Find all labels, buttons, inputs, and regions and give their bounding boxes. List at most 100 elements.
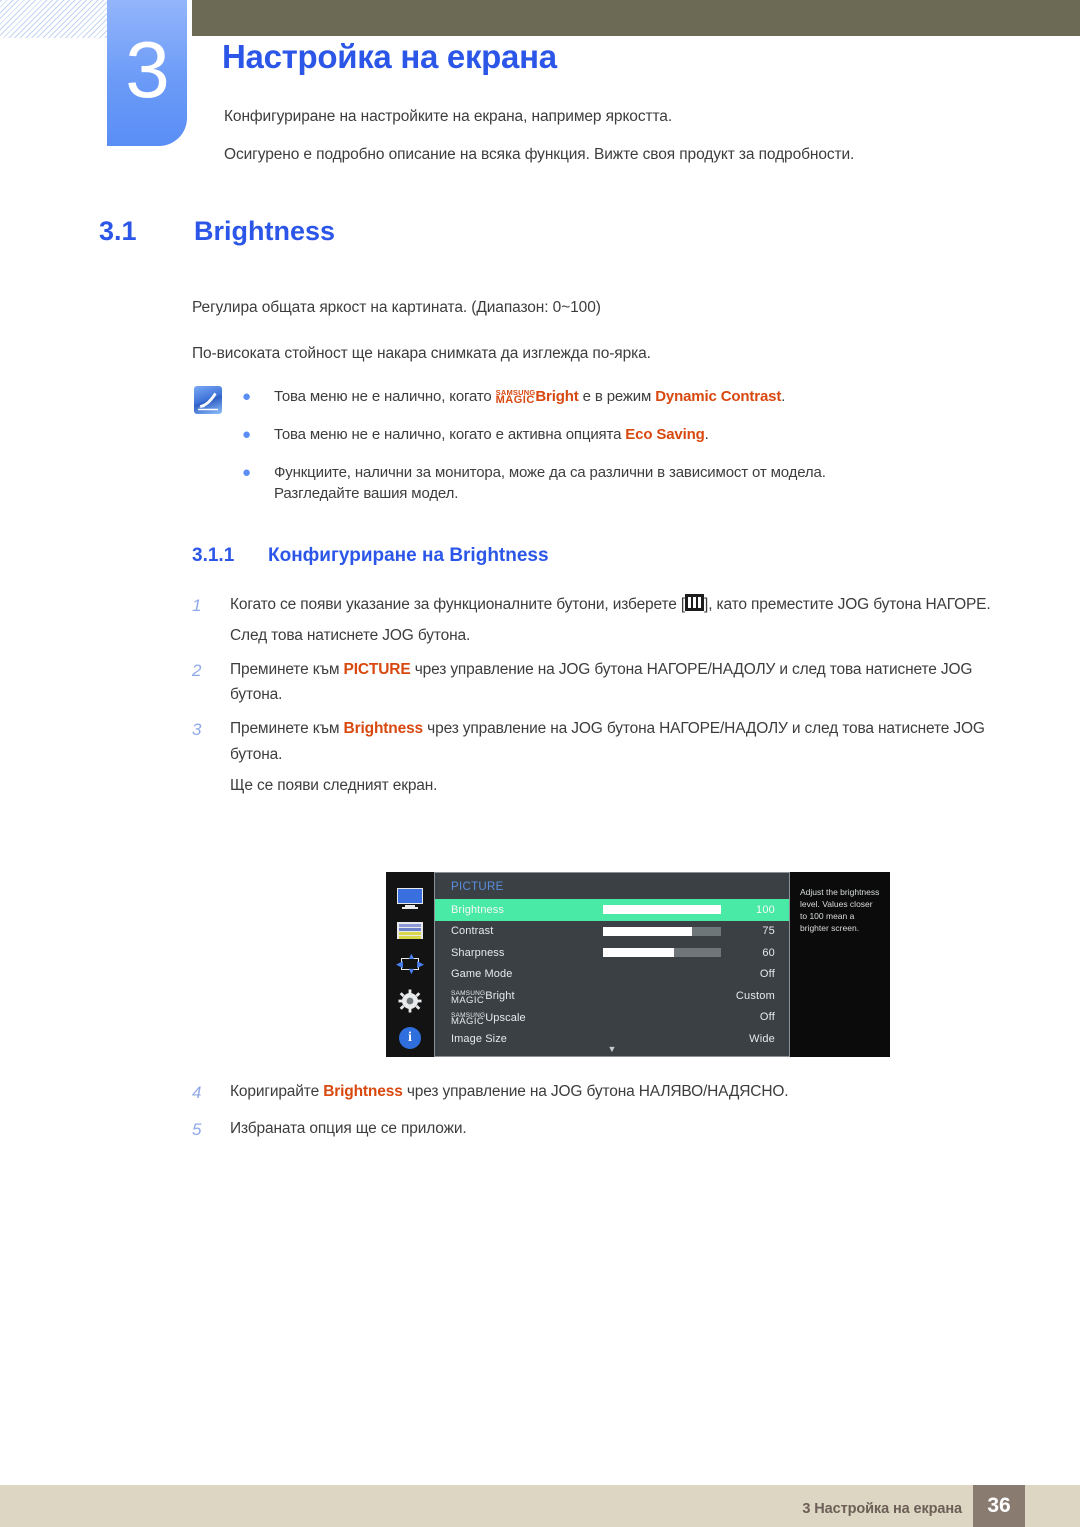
osd-row-contrast[interactable]: Contrast 75 [435,921,789,943]
note-text-pre: Функциите, налични за монитора, може да … [274,463,826,481]
step-text: Преминете към Brightness чрез управление… [230,716,992,797]
osd-row-slider[interactable] [603,948,721,958]
note-text-continuation: Разгледайте вашия модел. [274,485,459,503]
step-extra-text: След това натиснете JOG бутона. [230,627,471,645]
step-item: 4 Коригирайте Brightness чрез управление… [192,1079,992,1107]
section-number: 3.1 [99,216,137,246]
steps-list-top: 1 Когато се появи указание за функционал… [192,592,992,807]
note-text-mid: е в режим [578,388,656,405]
step-item: 5 Избраната опция ще се приложи. [192,1116,992,1144]
osd-list-icon[interactable] [397,922,423,939]
section-paragraph-1: Регулира общата яркост на картината. (Ди… [192,299,601,316]
osd-row-magicupscale[interactable]: SAMSUNG MAGIC Upscale Off [435,1007,789,1029]
note-text-pre: Това меню не е налично, когато е активна… [274,425,626,443]
step-text-pre: Когато се появи указание за функционални… [230,596,686,613]
step-text-pre: Преминете към [230,720,344,738]
note-list: ● Това меню не е налично, когато SAMSUNG… [242,386,1022,521]
magic-bottom-label: MAGIC [451,994,485,1006]
step-item: 3 Преминете към Brightness чрез управлен… [192,716,992,797]
osd-row-slider[interactable] [603,905,721,915]
magic-bottom-label: MAGIC [495,394,535,406]
slider-track[interactable] [603,926,721,936]
step-number: 4 [192,1083,202,1102]
section-heading: 3.1 Brightness [99,216,335,247]
step-text: Преминете към PICTURE чрез управление на… [230,657,992,707]
chapter-subtitle-2: Осигурено е подробно описание на всяка ф… [224,146,855,163]
gear-icon[interactable] [398,989,422,1013]
screen-size-icon[interactable]: ▲ ▼ ◀ ▶ [396,952,424,976]
step-highlight: Brightness [343,720,424,738]
subsection-number: 3.1.1 [192,545,235,566]
osd-screenshot: ▲ ▼ ◀ ▶ i PICTURE Brightness 100 Contras… [386,872,890,1057]
osd-row-label: Game Mode [451,968,513,981]
osd-row-value: 60 [762,946,775,959]
step-item: 1 Когато се появи указание за функционал… [192,592,992,648]
note-text: Функциите, налични за монитора, може да … [274,462,1022,506]
page-number: 36 [973,1485,1025,1527]
magic-suffix: Bright [485,990,515,1003]
step-number: 1 [192,596,202,615]
step-number: 5 [192,1119,202,1139]
note-item: ● Това меню не е налично, когато е актив… [242,424,1022,446]
osd-row-label: Sharpness [451,946,505,959]
osd-row-magicbright[interactable]: SAMSUNG MAGIC Bright Custom [435,985,789,1007]
step-text-pre: Преминете към [230,661,344,679]
osd-row-label: SAMSUNG MAGIC Bright [451,989,603,1006]
bullet-icon: ● [242,425,252,443]
magic-suffix: Bright [535,388,579,405]
bullet-icon: ● [242,463,252,481]
osd-row-slider[interactable] [603,926,721,936]
step-number: 3 [192,720,202,740]
samsung-magic-logo: SAMSUNG MAGIC [451,990,485,1006]
jog-menu-icon [685,594,705,611]
osd-help-text: Adjust the brightness level. Values clos… [790,872,890,1057]
osd-row-value: 75 [762,925,775,938]
step-extra-text: Ще се появи следният екран. [230,776,438,794]
samsung-magic-logo: SAMSUNG MAGIC [495,389,536,406]
header-hatch-decoration [0,0,110,38]
osd-row-label: Contrast [451,925,494,938]
step-text-pre: Коригирайте [230,1083,324,1100]
osd-row-label: Image Size [451,1032,508,1045]
note-text-post: . [781,388,786,405]
note-text: Това меню не е налично, когато SAMSUNG MA… [274,386,1022,408]
subsection-heading: 3.1.1 Конфигуриране на Brightness [192,545,549,567]
slider-track[interactable] [603,948,721,958]
osd-row-value: Wide [749,1032,775,1045]
chevron-down-icon[interactable]: ▼ [435,1045,789,1054]
step-highlight: PICTURE [343,661,411,679]
note-highlight: Eco Saving [625,425,705,443]
osd-row-value: Off [759,968,775,981]
note-pencil-icon [194,386,222,414]
bullet-icon: ● [242,388,252,405]
note-item: ● Функциите, налични за монитора, може д… [242,462,1022,506]
osd-menu-title: PICTURE [451,881,504,893]
osd-row-label: SAMSUNG MAGIC Upscale [451,1011,603,1026]
osd-row-sharpness[interactable]: Sharpness 60 [435,942,789,964]
step-text: Коригирайте Brightness чрез управление н… [230,1079,992,1107]
osd-row-value: Off [759,1011,775,1024]
note-text: Това меню не е налично, когато е активна… [274,424,1022,446]
osd-row-brightness[interactable]: Brightness 100 [435,899,789,921]
info-icon[interactable]: i [399,1027,421,1049]
step-text-post: ], като преместите JOG бутона НАГОРЕ. [704,596,991,613]
chapter-number-badge: 3 [107,0,187,146]
osd-row-label: Brightness [451,903,504,916]
section-paragraph-2: По-високата стойност ще накара снимката … [192,345,651,362]
osd-row-game-mode[interactable]: Game Mode Off [435,964,789,986]
header-olive-bar [192,0,1080,36]
step-item: 2 Преминете към PICTURE чрез управление … [192,657,992,707]
note-text-post: . [704,425,709,443]
osd-row-value: Custom [735,989,775,1002]
step-text-post: чрез управление на JOG бутона НАЛЯВО/НАД… [402,1083,789,1100]
note-text-pre: Това меню не е налично, когато [274,388,496,405]
samsung-magic-logo: SAMSUNG MAGIC [451,1012,485,1026]
section-name: Brightness [194,216,336,246]
slider-track[interactable] [603,905,721,915]
step-number: 2 [192,661,202,681]
footer-chapter-label: 3 Настройка на екрана [802,1501,962,1517]
page-title: Настройка на екрана [222,38,557,75]
step-highlight: Brightness [323,1083,403,1100]
note-item: ● Това меню не е налично, когато SAMSUNG… [242,386,1022,408]
monitor-icon[interactable] [397,888,423,909]
